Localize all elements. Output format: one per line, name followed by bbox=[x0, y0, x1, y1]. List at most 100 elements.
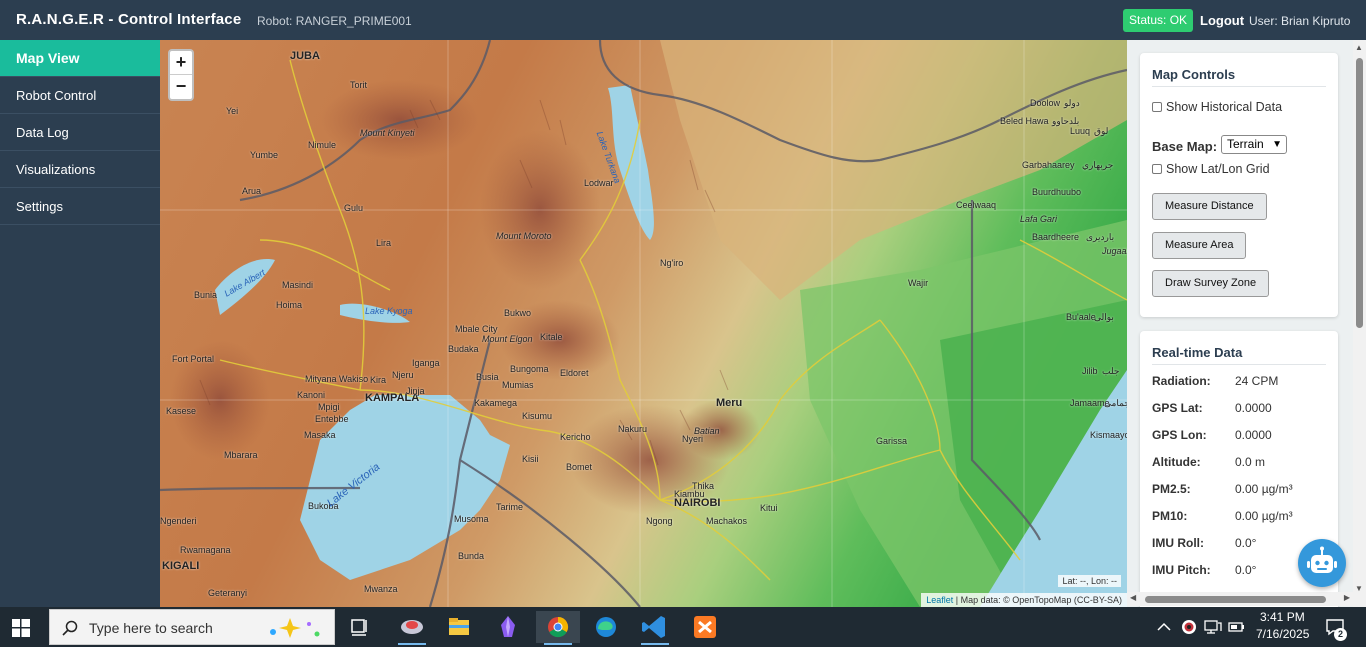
status-badge: Status: OK bbox=[1123, 9, 1194, 32]
show-grid-toggle[interactable]: Show Lat/Lon Grid bbox=[1152, 162, 1270, 176]
sidebar-item-robot-control[interactable]: Robot Control bbox=[0, 77, 160, 114]
security-app-icon[interactable] bbox=[1181, 619, 1197, 635]
rt-value: 0.00 µg/m³ bbox=[1235, 509, 1293, 523]
sidebar-item-data-log[interactable]: Data Log bbox=[0, 114, 160, 151]
map-label-nakuru: Nakuru bbox=[618, 424, 648, 434]
scroll-thumb[interactable] bbox=[1145, 596, 1326, 603]
chevron-down-icon: ▼ bbox=[1272, 139, 1282, 150]
map-label-jinja: Jinja bbox=[406, 386, 425, 396]
search-placeholder: Type here to search bbox=[89, 620, 213, 636]
notification-count-badge: 2 bbox=[1334, 628, 1347, 641]
map-label-mount-elgon: Mount Elgon bbox=[482, 334, 533, 344]
xampp-icon[interactable] bbox=[683, 611, 727, 643]
search-icon bbox=[62, 620, 78, 636]
map-label-garissa: Garissa bbox=[876, 436, 908, 446]
map-label-njeru: Njeru bbox=[392, 370, 414, 380]
crystal-app-icon[interactable] bbox=[486, 611, 530, 643]
map-label-meru: Meru bbox=[716, 397, 743, 409]
zoom-in-button[interactable]: + bbox=[170, 51, 192, 75]
sidebar-item-map-view[interactable]: Map View bbox=[0, 40, 160, 77]
scroll-right-arrow-icon[interactable]: ▶ bbox=[1344, 593, 1350, 602]
map-label-mwanza: Mwanza bbox=[364, 584, 398, 594]
chatbot-button[interactable] bbox=[1298, 539, 1346, 587]
show-historical-label: Show Historical Data bbox=[1166, 100, 1283, 114]
taskbar-clock-date[interactable]: 7/16/2025 bbox=[1256, 627, 1309, 641]
map-controls-card: Map Controls Show Historical Data Base M… bbox=[1140, 53, 1338, 317]
scroll-down-arrow-icon[interactable]: ▼ bbox=[1355, 584, 1363, 593]
file-explorer-icon[interactable] bbox=[437, 611, 481, 643]
map-label-kericho: Kericho bbox=[560, 432, 591, 442]
map-view[interactable]: JUBA Torit Yei Mount Kinyeti Yumbe Nimul… bbox=[160, 40, 1127, 607]
windows-taskbar: Type here to search 2 bbox=[0, 607, 1366, 647]
measure-distance-button[interactable]: Measure Distance bbox=[1152, 193, 1267, 220]
right-panel: Map Controls Show Historical Data Base M… bbox=[1127, 40, 1366, 607]
taskbar-search-box[interactable]: Type here to search bbox=[49, 609, 335, 645]
edge-icon[interactable] bbox=[584, 611, 628, 643]
map-label-doolow: Doolow bbox=[1030, 98, 1061, 108]
map-label-ceelwaaq: Ceelwaaq bbox=[956, 200, 997, 210]
rt-value: 0.0000 bbox=[1235, 428, 1272, 442]
chevron-up-icon[interactable] bbox=[1157, 621, 1171, 633]
panel-vertical-scrollbar[interactable]: ▲ ▼ bbox=[1353, 40, 1366, 607]
app-root: R.A.N.G.E.R - Control Interface Robot: R… bbox=[0, 0, 1366, 647]
realtime-title: Real-time Data bbox=[1152, 345, 1243, 360]
base-map-select[interactable]: Terrain ▼ bbox=[1221, 135, 1287, 154]
draw-survey-zone-button[interactable]: Draw Survey Zone bbox=[1152, 270, 1270, 297]
scroll-up-arrow-icon[interactable]: ▲ bbox=[1355, 43, 1363, 52]
map-label-budaka: Budaka bbox=[448, 344, 479, 354]
windows-start-icon[interactable] bbox=[12, 619, 30, 637]
sidebar-item-visualizations[interactable]: Visualizations bbox=[0, 151, 160, 188]
map-label-garbahaarey-ar: جربهاري bbox=[1082, 160, 1114, 170]
measure-area-button[interactable]: Measure Area bbox=[1152, 232, 1247, 259]
logout-link[interactable]: Logout bbox=[1200, 13, 1244, 28]
map-label-ngenderi: Ngenderi bbox=[160, 516, 197, 526]
map-label-torit: Torit bbox=[350, 80, 368, 90]
leaflet-link[interactable]: Leaflet bbox=[926, 595, 953, 605]
map-label-mpigi: Mpigi bbox=[318, 402, 340, 412]
map-label-baardheere: Baardheere bbox=[1032, 232, 1080, 242]
base-map-value: Terrain bbox=[1227, 137, 1264, 151]
map-label-tarime: Tarime bbox=[496, 502, 524, 512]
task-view-icon[interactable] bbox=[338, 611, 382, 643]
checkbox-icon[interactable] bbox=[1152, 102, 1162, 112]
map-label-kigali: KIGALI bbox=[162, 560, 200, 572]
app-icon-pinned[interactable] bbox=[390, 611, 434, 645]
scroll-thumb[interactable] bbox=[1356, 58, 1363, 328]
robot-id-label: Robot: RANGER_PRIME001 bbox=[257, 14, 412, 28]
sidebar-item-settings[interactable]: Settings bbox=[0, 188, 160, 225]
map-label-jilib: Jilib bbox=[1082, 366, 1098, 376]
map-label-nimule: Nimule bbox=[308, 140, 337, 150]
map-label-entebbe: Entebbe bbox=[315, 414, 349, 424]
map-label-bungoma: Bungoma bbox=[510, 364, 549, 374]
map-label-masaka: Masaka bbox=[304, 430, 336, 440]
rt-label: GPS Lat: bbox=[1152, 401, 1203, 415]
active-indicator bbox=[398, 643, 426, 645]
map-label-yei: Yei bbox=[226, 106, 239, 116]
vscode-icon[interactable] bbox=[633, 611, 677, 645]
map-label-jugaala: Jugaala bbox=[1102, 246, 1127, 256]
chrome-icon[interactable] bbox=[536, 611, 580, 645]
rt-value: 0.0 m bbox=[1235, 455, 1266, 469]
map-label-mumias: Mumias bbox=[502, 380, 534, 390]
taskbar-clock-time[interactable]: 3:41 PM bbox=[1260, 610, 1305, 624]
show-historical-toggle[interactable]: Show Historical Data bbox=[1152, 100, 1282, 114]
battery-icon[interactable] bbox=[1228, 619, 1246, 635]
map-label-kismaayo: Kismaayo bbox=[1090, 430, 1127, 440]
rt-value: 0.00 µg/m³ bbox=[1235, 482, 1293, 496]
terrain-map-graphic bbox=[160, 40, 1127, 607]
panel-horizontal-scrollbar[interactable]: ◀ ▶ bbox=[1127, 592, 1353, 606]
user-label: User: Brian Kipruto bbox=[1249, 14, 1351, 28]
zoom-out-button[interactable]: − bbox=[170, 75, 192, 99]
latlon-readout: Lat: --, Lon: -- bbox=[1058, 575, 1121, 587]
map-label-lake-kyoga: Lake Kyoga bbox=[365, 306, 413, 316]
scroll-left-arrow-icon[interactable]: ◀ bbox=[1130, 593, 1136, 602]
checkbox-icon[interactable] bbox=[1152, 164, 1162, 174]
map-label-buurdhuubo: Buurdhuubo bbox=[1032, 187, 1082, 197]
rt-label: Altitude: bbox=[1152, 455, 1201, 469]
map-label-mbarara: Mbarara bbox=[224, 450, 258, 460]
rt-label: IMU Pitch: bbox=[1152, 563, 1211, 577]
map-label-lira: Lira bbox=[376, 238, 392, 248]
map-label-ngiro: Ng'iro bbox=[660, 258, 684, 268]
network-icon[interactable] bbox=[1204, 619, 1222, 635]
map-label-gulu: Gulu bbox=[344, 203, 364, 213]
